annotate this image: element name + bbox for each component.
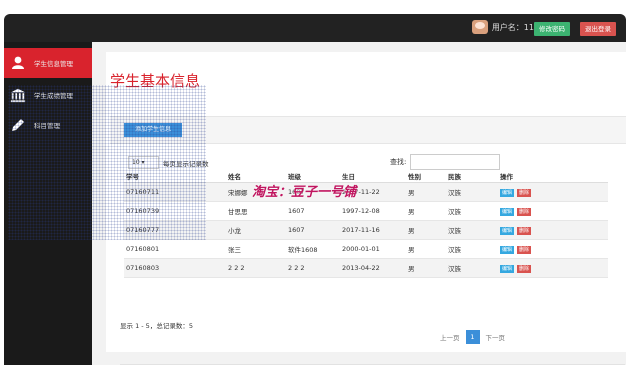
delete-button[interactable]: 删除	[517, 207, 531, 216]
top-navbar: 用户名：11 修改密码 退出登录	[4, 14, 626, 42]
page-size-control: 10 ▾ 每页显示记录数	[128, 156, 209, 169]
avatar	[471, 20, 488, 34]
page-size-select[interactable]: 10 ▾	[128, 156, 159, 169]
cell-gender: 男	[406, 182, 446, 202]
cell-gender: 男	[406, 220, 446, 240]
delete-button[interactable]: 删除	[517, 264, 531, 273]
column-header-gender[interactable]: 性别	[406, 170, 446, 183]
cell-id: 07160801	[124, 239, 226, 259]
user-icon	[10, 55, 26, 71]
cell-actions: 编辑 删除	[498, 182, 608, 202]
edit-button[interactable]: 编辑	[500, 207, 514, 216]
cell-id: 07160739	[124, 201, 226, 221]
toolbar: 添加学生信息	[110, 116, 626, 144]
cell-class: 2 2 2	[286, 258, 340, 278]
delete-button[interactable]: 删除	[517, 226, 531, 235]
sidebar-item-subjects[interactable]: 科目管理	[4, 110, 92, 140]
cell-name: 张三	[226, 239, 286, 259]
cell-birthday: 1997-12-08	[340, 201, 406, 221]
page-size-label: 每页显示记录数	[163, 159, 209, 168]
current-page-button[interactable]: 1	[465, 330, 480, 344]
cell-name: 2 2 2	[226, 258, 286, 278]
sidebar-item-grades[interactable]: 学生成绩管理	[4, 80, 92, 110]
column-header-id[interactable]: 学号	[124, 170, 226, 183]
search-control: 查找:	[390, 154, 501, 170]
cell-ethnic: 汉族	[446, 220, 498, 240]
table-row: 07160777 小龙 1607 2017-11-16 男 汉族 编辑 删除	[124, 220, 608, 240]
cell-ethnic: 汉族	[446, 239, 498, 259]
edit-button[interactable]: 编辑	[500, 188, 514, 197]
search-label: 查找:	[390, 158, 407, 166]
cell-gender: 男	[406, 239, 446, 259]
sidebar-item-label: 学生成绩管理	[34, 92, 73, 100]
sidebar: 学生信息管理 学生成绩管理 科目管理	[4, 42, 92, 365]
record-summary: 显示 1 - 5，总记录数：5	[120, 322, 193, 330]
logout-button[interactable]: 退出登录	[580, 22, 616, 36]
edit-button[interactable]: 编辑	[500, 245, 514, 254]
user-info: 用户名：11	[471, 20, 534, 34]
bank-icon	[10, 87, 26, 103]
cell-name: 甘思思	[226, 201, 286, 221]
cell-birthday: 2000-01-01	[340, 239, 406, 259]
cell-gender: 男	[406, 201, 446, 221]
cell-class: 软件1608	[286, 239, 340, 259]
cell-class: 1607	[286, 201, 340, 221]
delete-button[interactable]: 删除	[517, 245, 531, 254]
sidebar-item-label: 科目管理	[34, 122, 60, 130]
pencil-icon	[10, 117, 26, 133]
cell-class: 1607	[286, 220, 340, 240]
sidebar-item-student-info[interactable]: 学生信息管理	[4, 48, 92, 78]
search-input[interactable]	[410, 154, 501, 170]
cell-ethnic: 汉族	[446, 182, 498, 202]
cell-id: 07160711	[124, 182, 226, 202]
cell-name: 小龙	[226, 220, 286, 240]
next-page-button[interactable]: 下一页	[486, 332, 506, 342]
edit-button[interactable]: 编辑	[500, 226, 514, 235]
watermark-text: 淘宝：豆子一号铺	[252, 185, 357, 200]
main-content: 学生基本信息 添加学生信息 10 ▾ 每页显示记录数 查找: 学号 姓名 班级	[92, 42, 626, 365]
column-header-actions: 操作	[498, 170, 608, 183]
cell-ethnic: 汉族	[446, 201, 498, 221]
cell-actions: 编辑 删除	[498, 201, 608, 221]
cell-birthday: 2017-11-16	[340, 220, 406, 240]
delete-button[interactable]: 删除	[517, 188, 531, 197]
prev-page-button[interactable]: 上一页	[440, 332, 460, 342]
column-header-ethnic[interactable]: 民族	[446, 170, 498, 183]
sidebar-item-label: 学生信息管理	[34, 60, 73, 68]
cell-actions: 编辑 删除	[498, 220, 608, 240]
cell-gender: 男	[406, 258, 446, 278]
table-row: 07160739 甘思思 1607 1997-12-08 男 汉族 编辑 删除	[124, 201, 608, 221]
username-label: 用户名：11	[491, 22, 534, 32]
page-title: 学生基本信息	[110, 72, 201, 90]
pagination: 上一页 1 下一页	[440, 330, 505, 344]
cell-ethnic: 汉族	[446, 258, 498, 278]
table-row: 07160801 张三 软件1608 2000-01-01 男 汉族 编辑 删除	[124, 239, 608, 259]
cell-id: 07160777	[124, 220, 226, 240]
cell-actions: 编辑 删除	[498, 239, 608, 259]
cell-birthday: 2013-04-22	[340, 258, 406, 278]
cell-id: 07160803	[124, 258, 226, 278]
change-password-button[interactable]: 修改密码	[534, 22, 570, 36]
table-row: 07160803 2 2 2 2 2 2 2013-04-22 男 汉族 编辑删…	[124, 258, 608, 278]
cell-actions: 编辑 删除	[498, 258, 608, 278]
add-student-button[interactable]: 添加学生信息	[124, 123, 182, 137]
edit-button[interactable]: 编辑	[500, 264, 514, 273]
student-table: 学号 姓名 班级 生日 性别 民族 操作 07160711 宋娜娜 1607 2	[124, 170, 608, 278]
table-row: 07160711 宋娜娜 1607 2017-11-22 男 汉族 编辑 删除	[124, 182, 608, 202]
content-panel: 学生基本信息 添加学生信息 10 ▾ 每页显示记录数 查找: 学号 姓名 班级	[106, 52, 626, 352]
